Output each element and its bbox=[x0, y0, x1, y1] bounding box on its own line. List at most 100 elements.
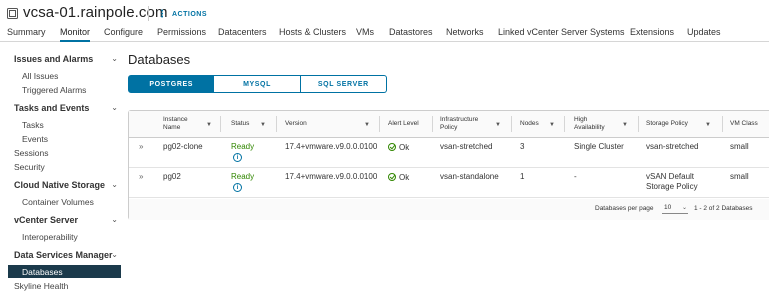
column-header-label: High Availability bbox=[574, 116, 605, 131]
column-header-storage-policy[interactable]: Storage Policy ▼ bbox=[646, 111, 716, 137]
sidebar-item-container-volumes[interactable]: Container Volumes bbox=[22, 197, 94, 207]
cell-version: 17.4+vmware.v9.0.0.0100 bbox=[285, 142, 378, 151]
sidebar-group-cns[interactable]: Cloud Native Storage ⌄ bbox=[14, 180, 118, 190]
sidebar-item-databases[interactable]: Databases bbox=[8, 265, 121, 278]
column-header-label: VM Class bbox=[730, 120, 758, 127]
database-type-tabs: POSTGRES MYSQL SQL SERVER bbox=[128, 75, 387, 93]
object-title: vcsa-01.rainpole.com bbox=[23, 4, 168, 21]
column-divider bbox=[638, 116, 639, 132]
tab-updates[interactable]: Updates bbox=[687, 27, 721, 42]
header-divider bbox=[148, 6, 149, 21]
tab-permissions[interactable]: Permissions bbox=[157, 27, 206, 42]
column-header-instance-name[interactable]: Instance Name ▼ bbox=[163, 111, 213, 137]
chevron-down-icon: ⌄ bbox=[111, 180, 118, 189]
column-header-alert-level: Alert Level bbox=[388, 111, 428, 137]
sidebar-item-sessions[interactable]: Sessions bbox=[14, 148, 49, 158]
tab-postgres[interactable]: POSTGRES bbox=[128, 75, 215, 93]
tab-configure[interactable]: Configure bbox=[104, 27, 143, 42]
chevron-down-icon: ⌄ bbox=[111, 54, 118, 63]
actions-menu[interactable]: ⋮ ACTIONS bbox=[157, 9, 207, 20]
info-icon[interactable]: i bbox=[233, 153, 242, 162]
alert-level-label: Ok bbox=[399, 143, 410, 152]
actions-label: ACTIONS bbox=[172, 11, 207, 18]
column-divider bbox=[432, 116, 433, 132]
chevron-down-icon: ⌄ bbox=[111, 215, 118, 224]
filter-icon[interactable]: ▼ bbox=[206, 121, 212, 129]
filter-icon[interactable]: ▼ bbox=[549, 121, 555, 129]
tab-linked-vcenter[interactable]: Linked vCenter Server Systems bbox=[498, 27, 625, 42]
tab-sql-server[interactable]: SQL SERVER bbox=[300, 75, 387, 93]
cell-infrastructure-policy: vsan-standalone bbox=[440, 172, 499, 181]
column-divider bbox=[379, 116, 380, 132]
grid-header: Instance Name ▼ Status ▼ Version ▼ Alert… bbox=[129, 111, 769, 138]
column-header-vm-class: VM Class bbox=[730, 111, 769, 137]
cell-high-availability: - bbox=[574, 172, 577, 181]
cell-high-availability: Single Cluster bbox=[574, 142, 624, 151]
per-page-select[interactable]: 10 ⌄ bbox=[662, 204, 688, 214]
column-header-label: Storage Policy bbox=[646, 120, 688, 127]
tab-extensions[interactable]: Extensions bbox=[630, 27, 674, 42]
filter-icon[interactable]: ▼ bbox=[495, 121, 501, 129]
page-title: Databases bbox=[128, 52, 191, 67]
column-header-infrastructure-policy[interactable]: Infrastructure Policy ▼ bbox=[440, 111, 505, 137]
sidebar-item-label: Databases bbox=[22, 267, 63, 277]
sidebar-group-dsm[interactable]: Data Services Manager ⌄ bbox=[14, 250, 118, 260]
chevron-down-icon: ⌄ bbox=[111, 103, 118, 112]
filter-icon[interactable]: ▼ bbox=[260, 121, 266, 129]
sidebar-item-triggered-alarms[interactable]: Triggered Alarms bbox=[22, 85, 86, 95]
column-header-nodes[interactable]: Nodes ▼ bbox=[520, 111, 558, 137]
info-icon[interactable]: i bbox=[233, 183, 242, 192]
expand-row-icon[interactable]: » bbox=[139, 172, 143, 181]
sidebar-group-tasks[interactable]: Tasks and Events ⌄ bbox=[14, 103, 118, 113]
databases-grid: Instance Name ▼ Status ▼ Version ▼ Alert… bbox=[128, 110, 769, 220]
per-page-value: 10 bbox=[664, 204, 672, 211]
column-divider bbox=[220, 116, 221, 132]
column-divider bbox=[511, 116, 512, 132]
table-row[interactable]: » pg02 Ready i 17.4+vmware.v9.0.0.0100 O… bbox=[129, 168, 769, 198]
cell-version: 17.4+vmware.v9.0.0.0100 bbox=[285, 172, 378, 181]
chevron-down-icon: ⌄ bbox=[681, 205, 687, 211]
column-divider bbox=[564, 116, 565, 132]
tab-networks[interactable]: Networks bbox=[446, 27, 484, 42]
sidebar-item-tasks[interactable]: Tasks bbox=[22, 120, 44, 130]
column-header-label: Alert Level bbox=[388, 120, 419, 127]
filter-icon[interactable]: ▼ bbox=[364, 121, 370, 129]
expand-row-icon[interactable]: » bbox=[139, 142, 143, 151]
filter-icon[interactable]: ▼ bbox=[705, 121, 711, 129]
cell-infrastructure-policy: vsan-stretched bbox=[440, 142, 493, 151]
tab-datacenters[interactable]: Datacenters bbox=[218, 27, 267, 42]
tab-hosts-clusters[interactable]: Hosts & Clusters bbox=[279, 27, 346, 42]
cell-alert-level: Ok bbox=[388, 142, 409, 152]
cell-vm-class: small bbox=[730, 142, 749, 151]
tab-datastores[interactable]: Datastores bbox=[389, 27, 433, 42]
sidebar-item-skyline-health[interactable]: Skyline Health bbox=[14, 281, 68, 291]
check-circle-icon bbox=[388, 143, 396, 151]
table-row[interactable]: » pg02-clone Ready i 17.4+vmware.v9.0.0.… bbox=[129, 138, 769, 168]
column-header-label: Nodes bbox=[520, 120, 539, 127]
filter-icon[interactable]: ▼ bbox=[622, 121, 628, 129]
sidebar-item-all-issues[interactable]: All Issues bbox=[22, 71, 58, 81]
column-header-status[interactable]: Status ▼ bbox=[231, 111, 271, 137]
sidebar-item-events[interactable]: Events bbox=[22, 134, 48, 144]
cell-storage-policy: vsan-stretched bbox=[646, 142, 699, 151]
tab-summary[interactable]: Summary bbox=[7, 27, 46, 42]
cell-status: Ready bbox=[231, 142, 255, 151]
column-divider bbox=[276, 116, 277, 132]
column-header-high-availability[interactable]: High Availability ▼ bbox=[574, 111, 631, 137]
tab-mysql[interactable]: MYSQL bbox=[214, 75, 301, 93]
sidebar-item-interoperability[interactable]: Interoperability bbox=[22, 232, 78, 242]
tab-monitor[interactable]: Monitor bbox=[60, 27, 91, 42]
per-page-label: Databases per page bbox=[595, 205, 654, 212]
sidebar-group-label: Cloud Native Storage bbox=[14, 180, 106, 190]
cell-nodes: 1 bbox=[520, 172, 525, 181]
tab-vms[interactable]: VMs bbox=[356, 27, 374, 42]
cell-vm-class: small bbox=[730, 172, 749, 181]
cell-nodes: 3 bbox=[520, 142, 525, 151]
check-circle-icon bbox=[388, 173, 396, 181]
column-header-label: Version bbox=[285, 120, 307, 127]
sidebar-group-issues[interactable]: Issues and Alarms ⌄ bbox=[14, 54, 118, 64]
column-header-version[interactable]: Version ▼ bbox=[285, 111, 375, 137]
monitor-sidebar: Issues and Alarms ⌄ All Issues Triggered… bbox=[0, 44, 124, 299]
sidebar-group-vcenter-server[interactable]: vCenter Server ⌄ bbox=[14, 215, 118, 225]
sidebar-item-security[interactable]: Security bbox=[14, 162, 45, 172]
